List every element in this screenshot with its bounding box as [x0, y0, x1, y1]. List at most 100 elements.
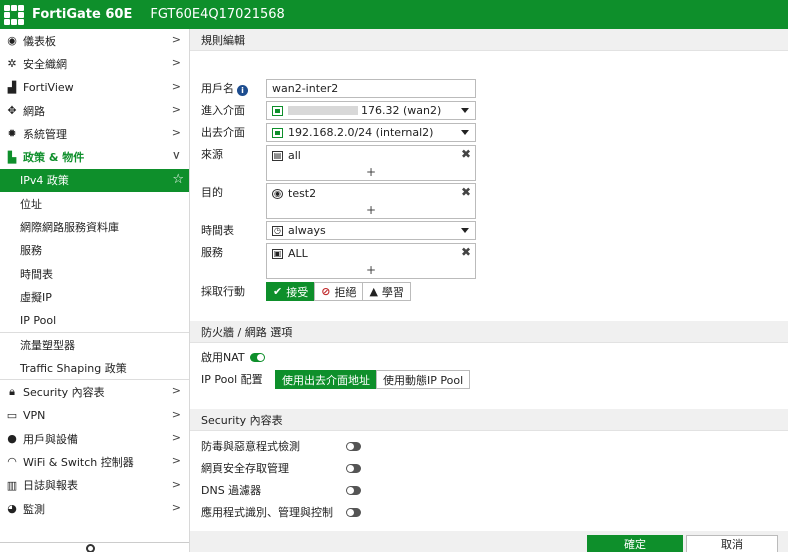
sidebar-item-label: 流量塑型器	[20, 338, 75, 352]
incoming-interface-select[interactable]: 176.32 (wan2)	[266, 101, 476, 120]
username-label: 用戶名	[201, 82, 234, 95]
ip-pool-dynamic-button[interactable]: 使用動態IP Pool	[376, 370, 471, 389]
antivirus-toggle[interactable]	[346, 441, 361, 451]
username-input[interactable]: wan2-inter2	[266, 79, 476, 98]
action-label: 採取行動	[201, 285, 245, 298]
add-destination-button[interactable]: +	[267, 203, 475, 217]
schedule-value: always	[288, 224, 326, 237]
sidebar-item-ip-pool[interactable]: IP Pool	[0, 309, 189, 332]
chevron-right-icon: >	[171, 407, 181, 421]
redacted-ip-mask	[288, 106, 358, 115]
deny-icon: ⊘	[321, 285, 331, 298]
sidebar-item-label: 網際網路服務資料庫	[20, 221, 119, 235]
sidebar-item-label: IPv4 政策	[20, 174, 69, 188]
chevron-right-icon: >	[171, 477, 181, 491]
remove-icon[interactable]: ✖	[461, 185, 471, 199]
add-service-button[interactable]: +	[267, 263, 475, 277]
sidebar-item-network[interactable]: ✥ 網路 >	[0, 99, 189, 122]
sidebar-item-security-profiles[interactable]: 🔒︎ Security 內容表 >	[0, 380, 189, 403]
serial-number: FGT60E4Q17021568	[150, 7, 285, 22]
sidebar-item-virtual-ip[interactable]: 虛擬IP	[0, 285, 189, 308]
remove-icon[interactable]: ✖	[461, 245, 471, 259]
form-row-outgoing-interface: 出去介面 192.168.2.0/24 (internal2)	[201, 123, 476, 143]
add-source-button[interactable]: +	[267, 165, 475, 179]
sidebar-item-label: FortiView	[23, 80, 74, 94]
form-row-incoming-interface: 進入介面 176.32 (wan2)	[201, 101, 476, 121]
nat-toggle[interactable]	[249, 353, 265, 362]
remove-icon[interactable]: ✖	[461, 147, 471, 161]
sidebar-item-log-report[interactable]: ▥ 日誌與報表 >	[0, 474, 189, 497]
sidebar-item-label: 虛擬IP	[20, 290, 52, 304]
form-row-service: 服務 ▣ ALL ✖ +	[201, 243, 476, 279]
star-icon[interactable]: ☆	[172, 172, 184, 187]
action-accept-button[interactable]: ✔ 接受	[266, 282, 316, 301]
dns-filter-toggle[interactable]	[346, 485, 361, 495]
sidebar-item-label: 政策 & 物件	[23, 151, 85, 165]
search-icon[interactable]	[86, 544, 95, 552]
chevron-down-icon: >	[169, 151, 183, 161]
graduation-cap-icon: ▲	[369, 285, 378, 298]
destination-multiselect[interactable]: ◉ test2 ✖ +	[266, 183, 476, 219]
field-label: 用戶名 i	[201, 79, 266, 99]
ok-button[interactable]: 確定	[587, 535, 683, 552]
form-row-ip-pool-config: IP Pool 配置 使用出去介面地址 使用動態IP Pool	[201, 370, 471, 390]
sidebar-item-label: Security 內容表	[23, 386, 105, 400]
chevron-right-icon: >	[171, 102, 181, 116]
monitor-icon: ◕	[7, 502, 17, 516]
ip-pool-segmented-control: 使用出去介面地址 使用動態IP Pool	[275, 370, 471, 389]
sidebar-item-label: Traffic Shaping 政策	[20, 361, 127, 375]
sidebar-item-user-device[interactable]: ● 用戶與設備 >	[0, 427, 189, 450]
sidebar-item-label: VPN	[23, 408, 46, 422]
sidebar-item-traffic-shaping-policy[interactable]: Traffic Shaping 政策	[0, 356, 189, 379]
sidebar-item-traffic-shapers[interactable]: 流量塑型器	[0, 333, 189, 356]
form-row-nat: 啟用NAT	[201, 348, 265, 368]
action-segmented-control: ✔ 接受 ⊘ 拒絕 ▲ 學習	[266, 282, 411, 301]
sidebar-item-vpn[interactable]: ▭ VPN >	[0, 404, 189, 427]
sidebar-item-security-fabric[interactable]: ✲ 安全織網 >	[0, 52, 189, 75]
sidebar-item-services[interactable]: 服務	[0, 239, 189, 262]
sidebar-item-system[interactable]: ✹ 系統管理 >	[0, 122, 189, 145]
outgoing-interface-select[interactable]: 192.168.2.0/24 (internal2)	[266, 123, 476, 142]
address-group-icon: ◉	[272, 188, 283, 199]
section-title: 防火牆 / 網路 選項	[201, 325, 293, 339]
form-row-username: 用戶名 i wan2-inter2	[201, 79, 476, 99]
security-row-web-filter: 網頁安全存取管理	[201, 458, 361, 478]
sidebar-item-wifi-switch[interactable]: ◠ WiFi & Switch 控制器 >	[0, 450, 189, 473]
sidebar-item-policy-objects[interactable]: ▙ 政策 & 物件 >	[0, 145, 189, 168]
section-header-firewall-network: 防火牆 / 網路 選項	[190, 321, 788, 343]
chevron-right-icon: >	[171, 79, 181, 93]
sidebar-item-fortiview[interactable]: ▟ FortiView >	[0, 76, 189, 99]
source-multiselect[interactable]: ▤ all ✖ +	[266, 145, 476, 181]
sidebar-item-label: 時間表	[20, 267, 53, 281]
service-multiselect[interactable]: ▣ ALL ✖ +	[266, 243, 476, 279]
sidebar-item-ipv4-policy[interactable]: IPv4 政策 ☆	[0, 168, 189, 193]
schedule-select[interactable]: ◷ always	[266, 221, 476, 240]
sidebar-item-monitor[interactable]: ◕ 監測 >	[0, 497, 189, 520]
chevron-right-icon: >	[171, 126, 181, 140]
form-footer: 確定 取消	[190, 531, 788, 552]
form-row-source: 來源 ▤ all ✖ +	[201, 145, 476, 181]
sidebar-item-internet-service-db[interactable]: 網際網路服務資料庫	[0, 215, 189, 238]
sidebar-item-schedules[interactable]: 時間表	[0, 262, 189, 285]
cancel-button[interactable]: 取消	[686, 535, 778, 552]
service-icon: ▣	[272, 248, 283, 259]
sidebar-item-label: 安全織網	[23, 57, 67, 71]
fortinet-logo-icon	[4, 4, 24, 25]
service-label: 服務	[201, 246, 223, 259]
web-filter-toggle[interactable]	[346, 463, 361, 473]
action-deny-button[interactable]: ⊘ 拒絕	[314, 282, 364, 301]
form-row-schedule: 時間表 ◷ always	[201, 221, 476, 241]
security-row-antivirus: 防毒與惡意程式檢測	[201, 436, 361, 456]
action-accept-label: 接受	[286, 285, 309, 299]
source-label: 來源	[201, 148, 223, 161]
application-control-toggle[interactable]	[346, 507, 361, 517]
ip-pool-outgoing-interface-button[interactable]: 使用出去介面地址	[275, 370, 377, 389]
info-icon[interactable]: i	[237, 85, 248, 96]
sidebar-item-addresses[interactable]: 位址	[0, 192, 189, 215]
section-title: Security 內容表	[201, 413, 283, 427]
chevron-right-icon: >	[171, 500, 181, 514]
action-learn-button[interactable]: ▲ 學習	[362, 282, 411, 301]
section-header-security-profiles: Security 內容表	[190, 409, 788, 431]
sidebar-item-dashboard[interactable]: ◉ 儀表板 >	[0, 29, 189, 52]
source-entry: ▤ all	[272, 149, 301, 162]
